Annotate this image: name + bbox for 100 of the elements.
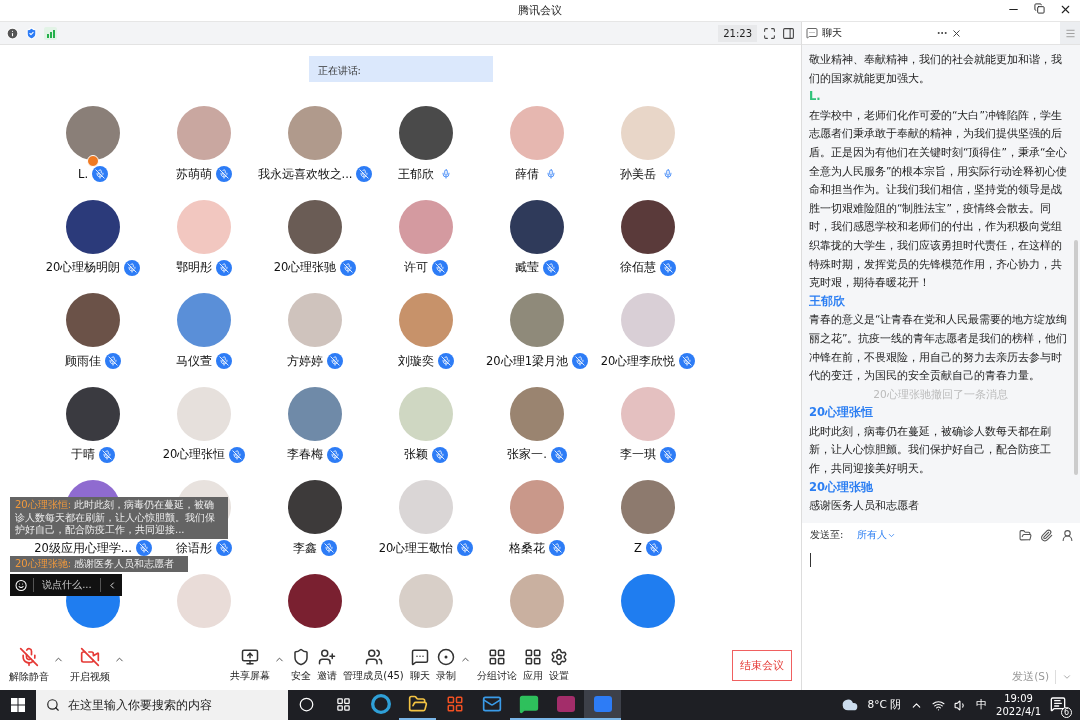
chat-message: 敬业精神、奉献精神，我们的社会就能更加和谐，我们的国家就能更加强大。 [809,52,1063,86]
chat-icon [410,647,429,666]
participant-name: 臧莹 [515,260,539,275]
avatar-photo [621,106,675,160]
toolbar-button[interactable]: 邀请 [315,647,340,683]
participant-name: 20心理张驰 [273,260,337,275]
fullscreen-icon[interactable] [763,26,776,40]
avatar-photo [399,386,453,441]
participant-name: 李鑫 [293,540,317,556]
avatar-photo [399,199,453,254]
avatar-photo [510,386,564,441]
participant-name: 马仪萱 [176,353,212,369]
quick-chat-bar[interactable]: 说点什么... [10,574,122,596]
avatar-photo [399,106,453,160]
quick-chat-placeholder[interactable]: 说点什么... [33,578,101,592]
participant-name: 李春梅 [287,447,323,462]
scrollbar-thumb[interactable] [1074,240,1078,475]
toolbar-button[interactable]: 分组讨论 [474,647,519,683]
users-icon [364,647,383,666]
toolbar-button[interactable]: 聊天 [407,647,432,683]
close-icon[interactable] [951,27,962,39]
avatar-photo [510,106,564,160]
avatar-photo [399,573,453,628]
avatar-photo [288,199,342,254]
input-method[interactable]: 中 [976,698,988,712]
participant-name: 薛倩 [515,166,539,182]
chat-popup: 20心理张恒: 此时此刻，病毒仍在蔓延，被确诊人数每天都在刷新，让人心惊胆颤。我们保护好自己，配合防疫工作，共同迎接... [10,497,228,539]
participant-name: 20心理1梁月池 [486,353,568,369]
message-sender: 王郁欣 [809,292,845,310]
participant-name: 顾雨佳 [65,353,101,369]
store-icon [445,695,464,713]
info-icon[interactable] [6,26,19,40]
browser-icon [370,694,391,714]
windows-logo-icon[interactable] [11,698,25,712]
add-user-icon [318,647,337,666]
participant-name: 20心理杨明朗 [45,260,121,275]
end-meeting-button[interactable]: 结束会议 [732,649,792,681]
restore-icon[interactable] [1034,3,1045,14]
toolbar-button[interactable]: 解除静音 [7,646,51,684]
grid-icon [487,647,506,666]
signal-icon[interactable] [44,26,57,40]
notification-count: 6 [1061,707,1072,718]
close-icon[interactable] [1059,3,1072,16]
participant-name: 格桑花 [509,540,545,556]
avatar-photo [288,293,342,347]
avatar-photo [510,480,564,534]
toolbar-button[interactable]: 开启视频 [68,646,112,684]
emoji-icon[interactable] [15,578,28,592]
avatar-photo [177,106,231,160]
toolbar-button[interactable]: 安全 [289,647,314,683]
participant-name: 张颖 [404,447,428,462]
avatar-photo [177,199,231,254]
participant-name: 20心理李欣悦 [600,353,676,369]
search-circle-icon[interactable] [299,696,314,712]
weather-text[interactable]: 8°C 阴 [867,698,902,712]
participant-name: 徐佰慧 [620,260,656,275]
chat-title: 聊天 [822,26,842,40]
avatar-photo [510,293,564,347]
side-panel-icon[interactable] [782,26,795,40]
mic-off-icon [19,646,39,667]
record-icon [436,647,455,666]
participant-name: 李一琪 [620,447,656,462]
participant-name: 刘璇奕 [398,353,434,369]
chat-message: 此时此刻，病毒仍在蔓延，被确诊人数每天都在刷新，让人心惊胆颤。我们保护好自己，配合防疫工作，共同迎接美好明天。 [809,423,1052,477]
message-sender: L. [809,88,821,106]
notification-icon[interactable] [1050,696,1066,712]
chat-popup: 20心理张驰: 感谢医务人员和志愿者 [10,555,188,572]
avatar-photo [288,106,342,160]
participant-name: Z [634,541,642,555]
toolbar-button[interactable]: 录制 [433,647,458,683]
participant-name: 许可 [404,260,428,275]
participant-name: L. [77,167,89,181]
avatar-photo [510,573,564,628]
avatar-photo [177,293,231,347]
message-sender: 20心理张驰 [809,478,873,496]
task-view-icon[interactable] [336,696,351,712]
clock[interactable]: 19:09 2022/4/1 [996,692,1041,718]
toolbar-button[interactable]: 设置 [546,647,571,683]
screen-share-icon [241,647,260,666]
shield-icon [292,647,311,666]
avatar-photo [621,386,675,441]
toolbar-button[interactable]: 共享屏幕 [228,647,273,683]
wifi-icon[interactable] [932,698,946,712]
taskbar-app[interactable] [584,690,621,720]
participant-name: 鄂明彤 [176,260,212,275]
user-icon[interactable] [1061,528,1074,542]
file-icon[interactable] [1019,528,1032,542]
avatar-photo [621,199,675,254]
taskbar-search-field[interactable]: 在这里输入你要搜索的内容 [36,690,288,720]
avatar-photo [621,573,675,628]
participant-name: 于晴 [71,447,95,462]
recipient-dropdown[interactable]: 所有人 [857,528,897,542]
toolbar-button[interactable]: 应用 [520,647,545,683]
participant-name: 20心理张恒 [162,447,226,462]
shield-icon[interactable] [25,26,38,40]
toolbar-button[interactable]: 管理成员(45) [341,647,406,683]
avatar-photo [66,199,120,254]
apps-icon [523,647,542,666]
participant-name: 方婷婷 [287,353,323,369]
clip-icon[interactable] [1040,528,1053,542]
